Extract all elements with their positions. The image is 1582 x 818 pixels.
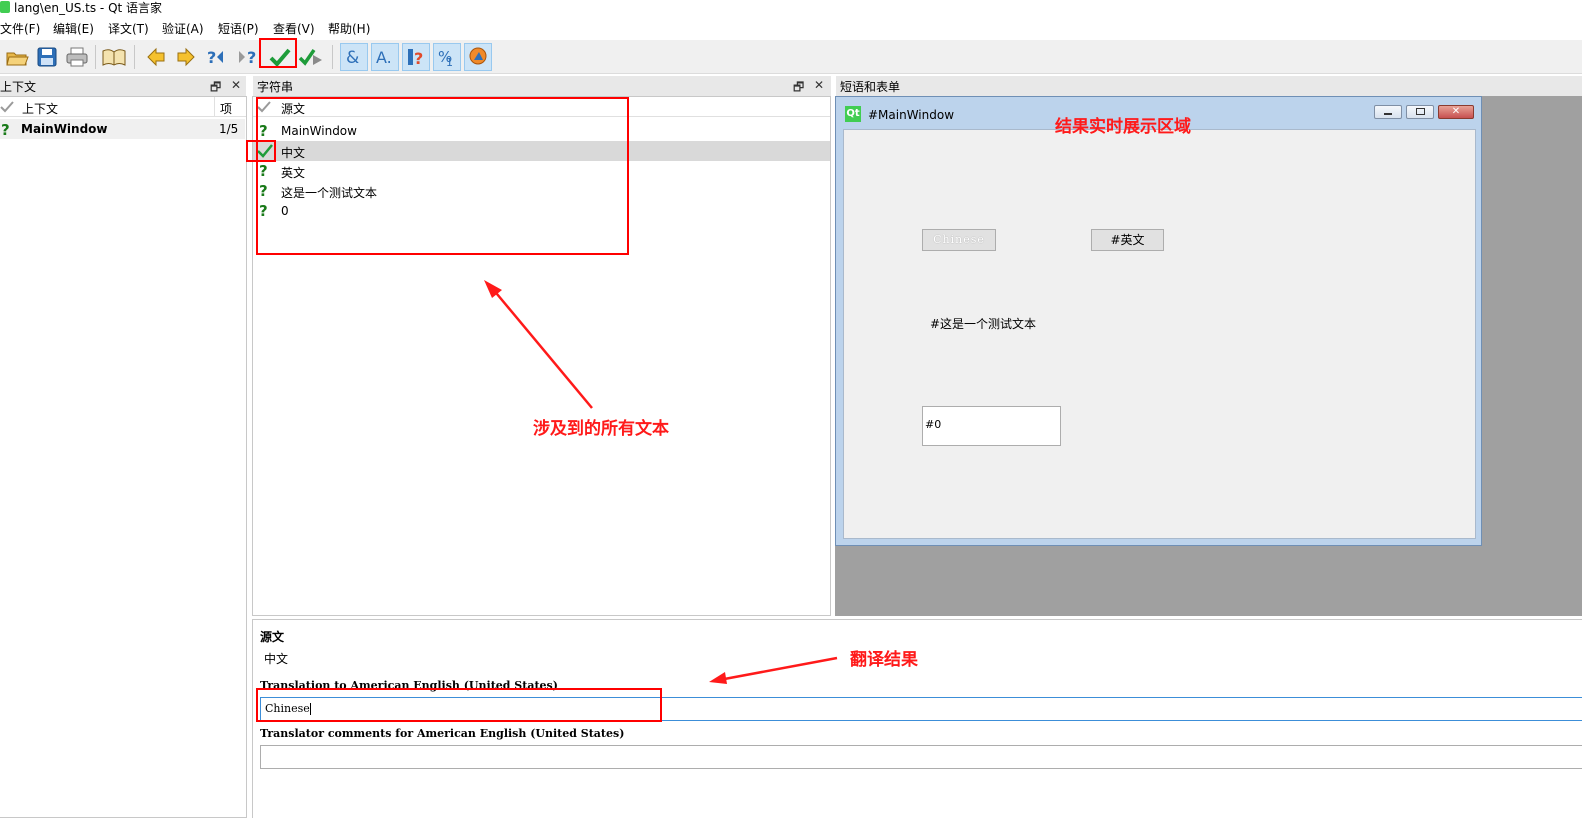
string-row[interactable]: ? 这是一个测试文本 bbox=[253, 181, 830, 201]
svg-text:?: ? bbox=[207, 48, 216, 67]
string-text: 英文 bbox=[281, 166, 306, 180]
context-dock-title-text: 上下文 bbox=[0, 80, 37, 94]
string-row[interactable]: ? MainWindow bbox=[253, 121, 830, 141]
comments-input[interactable] bbox=[260, 745, 1582, 769]
source-label: 源文 bbox=[260, 630, 285, 644]
check-header-icon bbox=[0, 100, 14, 117]
maximize-icon[interactable] bbox=[1406, 105, 1434, 119]
context-count: 1/5 bbox=[219, 122, 239, 136]
done-check-icon bbox=[257, 144, 273, 161]
annotation-all-text: 涉及到的所有文本 bbox=[533, 419, 669, 439]
form-preview-area: Qt #MainWindow ✕ Chinese #英文 #这是一个测试文本 #… bbox=[835, 96, 1582, 616]
menu-phrases[interactable]: 短语(P) bbox=[218, 20, 259, 37]
english-button[interactable]: #英文 bbox=[1091, 229, 1164, 251]
phrases-dock-title: 短语和表单 bbox=[836, 76, 1582, 96]
unfinished-icon: ? bbox=[258, 202, 270, 221]
accelerators-icon[interactable]: & bbox=[340, 43, 368, 71]
svg-text:?: ? bbox=[259, 122, 268, 138]
svg-text:?: ? bbox=[414, 49, 423, 68]
source-text: 中文 bbox=[264, 652, 289, 666]
annotation-result: 翻译结果 bbox=[850, 650, 918, 670]
window-title: lang\en_US.ts - Qt 语言家 bbox=[14, 1, 163, 15]
menu-file[interactable]: 文件(F) bbox=[0, 20, 40, 37]
context-row[interactable]: ? MainWindow 1/5 bbox=[0, 119, 245, 139]
minimize-icon[interactable] bbox=[1374, 105, 1402, 119]
test-text-label: #这是一个测试文本 bbox=[930, 317, 1037, 331]
comments-label: Translator comments for American English… bbox=[260, 727, 625, 740]
form-canvas: Chinese #英文 #这是一个测试文本 #0 bbox=[843, 129, 1476, 539]
close-icon[interactable]: ✕ bbox=[1438, 105, 1474, 119]
context-close-icon[interactable]: ✕ bbox=[231, 78, 241, 92]
prev-icon[interactable] bbox=[142, 43, 170, 71]
qt-logo-icon: Qt bbox=[845, 106, 861, 122]
context-panel: 上下文 项 ? MainWindow 1/5 bbox=[0, 96, 247, 818]
number-field[interactable]: #0 bbox=[922, 406, 1061, 446]
translation-value: Chinese bbox=[265, 702, 310, 715]
translation-label: Translation to American English (United … bbox=[260, 679, 558, 692]
menu-view[interactable]: 查看(V) bbox=[273, 20, 315, 37]
strings-close-icon[interactable]: ✕ bbox=[814, 78, 824, 92]
menu-validation[interactable]: 验证(A) bbox=[162, 20, 204, 37]
unfinished-icon: ? bbox=[258, 122, 270, 141]
svg-text:?: ? bbox=[259, 162, 268, 178]
context-column-header[interactable]: 上下文 bbox=[22, 100, 58, 117]
phrase-matches-icon[interactable]: ? bbox=[402, 43, 430, 71]
prev-unfinished-icon[interactable]: ? bbox=[203, 43, 231, 71]
translation-input[interactable]: Chinese bbox=[260, 697, 1582, 721]
chinese-button[interactable]: Chinese bbox=[922, 229, 996, 251]
strings-header: 源文 bbox=[253, 97, 830, 117]
next-icon[interactable] bbox=[172, 43, 200, 71]
form-window: Qt #MainWindow ✕ Chinese #英文 #这是一个测试文本 #… bbox=[835, 96, 1482, 546]
print-icon[interactable] bbox=[63, 43, 91, 71]
context-dock-title: 上下文 🗗 ✕ bbox=[0, 76, 246, 96]
string-text: MainWindow bbox=[281, 124, 357, 138]
menu-help[interactable]: 帮助(H) bbox=[328, 20, 370, 37]
done-icon[interactable] bbox=[297, 43, 325, 71]
string-row[interactable]: ? 英文 bbox=[253, 161, 830, 181]
string-text: 0 bbox=[281, 204, 289, 218]
next-unfinished-icon[interactable]: ? bbox=[235, 43, 263, 71]
string-row[interactable]: ? 0 bbox=[253, 201, 830, 221]
phrasebook-icon[interactable] bbox=[100, 43, 128, 71]
place-markers-icon[interactable]: % 1 bbox=[433, 43, 461, 71]
done-next-icon[interactable] bbox=[266, 43, 294, 71]
check-header-icon bbox=[257, 100, 271, 117]
string-row-selected[interactable]: 中文 bbox=[253, 141, 830, 161]
strings-dock-title-text: 字符串 bbox=[257, 80, 294, 94]
ending-punctuation-icon[interactable]: A. bbox=[371, 43, 399, 71]
svg-text:&: & bbox=[346, 48, 359, 68]
menu-bar: 文件(F) 编辑(E) 译文(T) 验证(A) 短语(P) 查看(V) 帮助(H… bbox=[0, 18, 1582, 38]
string-text: 这是一个测试文本 bbox=[281, 186, 378, 200]
string-text: 中文 bbox=[281, 146, 306, 160]
title-bar: lang\en_US.ts - Qt 语言家 bbox=[0, 0, 1582, 16]
phrases-dock-title-text: 短语和表单 bbox=[840, 80, 901, 94]
surrounding-whitespace-icon[interactable] bbox=[464, 43, 492, 71]
context-header: 上下文 项 bbox=[0, 97, 246, 117]
menu-edit[interactable]: 编辑(E) bbox=[53, 20, 94, 37]
items-column-header[interactable]: 项 bbox=[220, 100, 232, 117]
svg-text:A.: A. bbox=[376, 48, 392, 67]
annotation-preview: 结果实时展示区域 bbox=[1055, 117, 1191, 137]
svg-text:1: 1 bbox=[446, 56, 453, 68]
svg-text:?: ? bbox=[259, 182, 268, 198]
linguist-app-icon bbox=[0, 1, 10, 13]
svg-text:?: ? bbox=[259, 202, 268, 218]
strings-dock-title: 字符串 🗗 ✕ bbox=[253, 76, 831, 96]
context-name: MainWindow bbox=[21, 122, 108, 136]
svg-text:?: ? bbox=[1, 121, 10, 137]
unfinished-icon: ? bbox=[0, 121, 12, 140]
source-column-header[interactable]: 源文 bbox=[281, 100, 305, 117]
toolbar: ? ? & A. ? % 1 bbox=[0, 38, 1582, 74]
menu-translation[interactable]: 译文(T) bbox=[108, 20, 149, 37]
save-icon[interactable] bbox=[33, 43, 61, 71]
unfinished-icon: ? bbox=[258, 182, 270, 201]
form-title: #MainWindow bbox=[868, 108, 955, 122]
unfinished-icon: ? bbox=[258, 162, 270, 181]
svg-text:?: ? bbox=[247, 48, 256, 67]
open-icon[interactable] bbox=[3, 43, 31, 71]
annotation-arrow-result bbox=[709, 656, 838, 684]
annotation-arrow-strings bbox=[484, 280, 593, 409]
